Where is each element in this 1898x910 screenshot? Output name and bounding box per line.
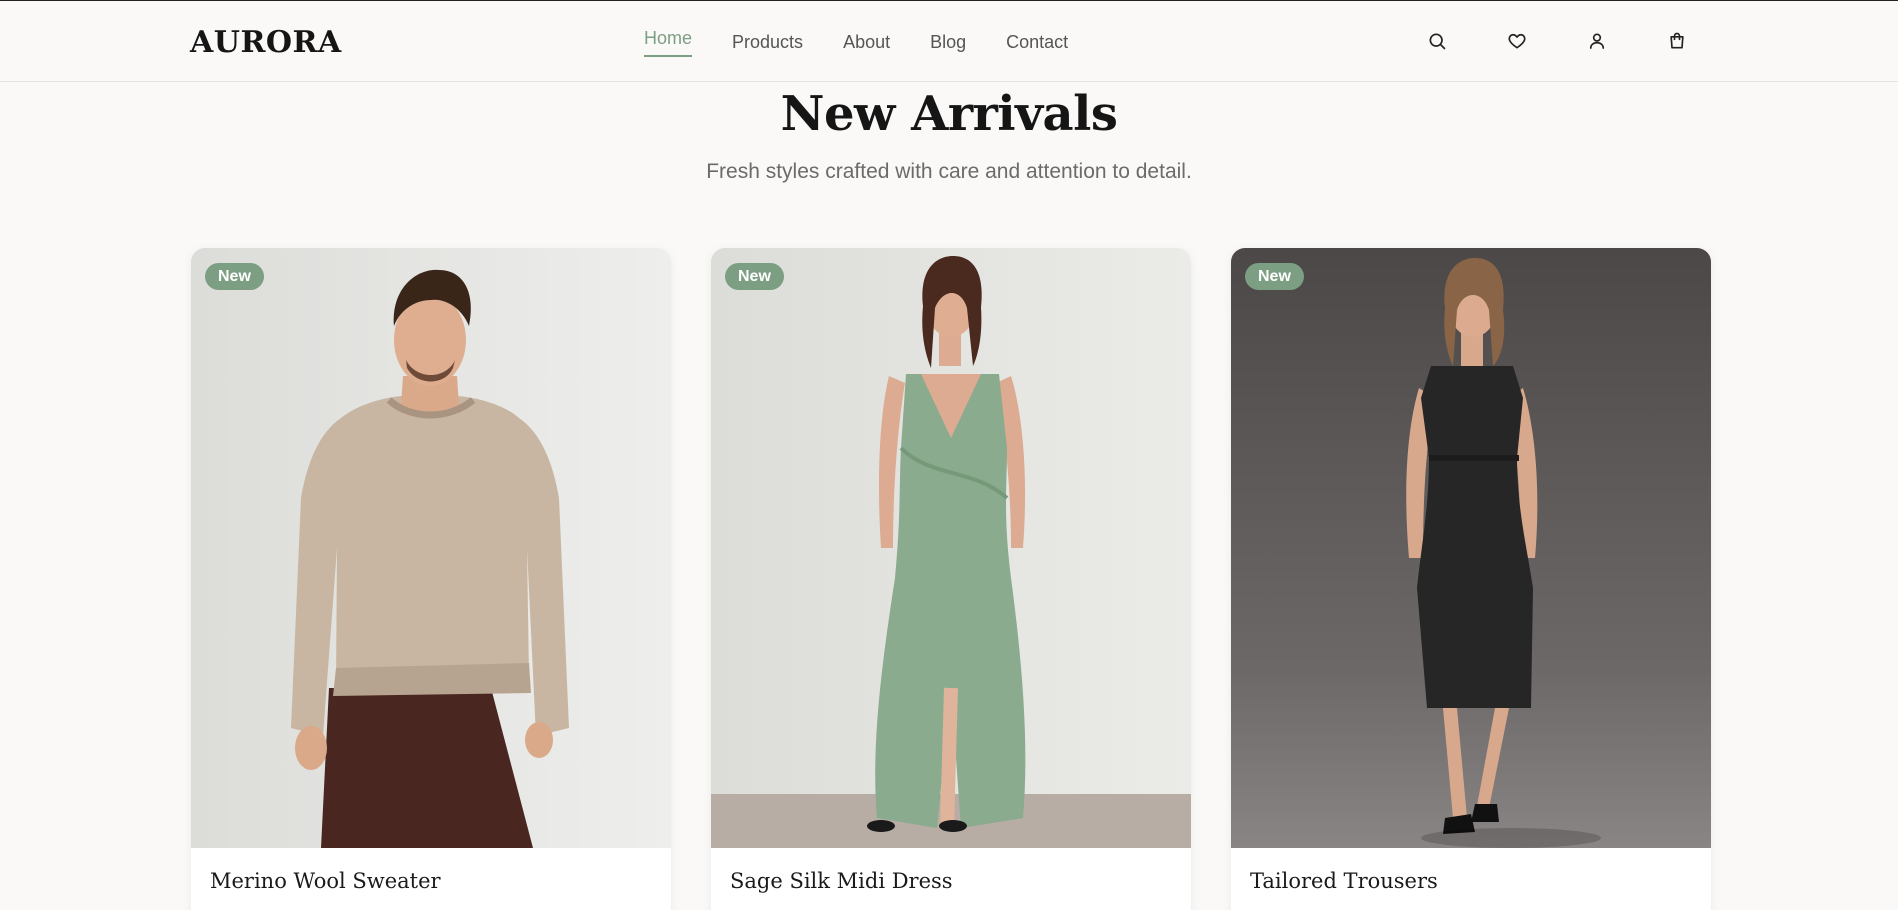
new-badge: New bbox=[1245, 263, 1304, 290]
page-subtitle: Fresh styles crafted with care and atten… bbox=[706, 160, 1192, 183]
product-name[interactable]: Merino Wool Sweater bbox=[210, 869, 441, 893]
nav-home[interactable]: Home bbox=[644, 27, 693, 57]
product-card[interactable]: New Sage Silk Midi Dress bbox=[711, 248, 1191, 910]
product-name[interactable]: Sage Silk Midi Dress bbox=[730, 869, 953, 893]
search-icon[interactable] bbox=[1425, 29, 1449, 53]
nav-contact[interactable]: Contact bbox=[1006, 27, 1068, 57]
heart-icon[interactable] bbox=[1505, 29, 1529, 53]
new-badge: New bbox=[725, 263, 784, 290]
brand-logo[interactable]: AURORA bbox=[190, 25, 342, 60]
header-actions bbox=[1425, 29, 1689, 53]
product-image[interactable] bbox=[711, 248, 1191, 848]
product-name[interactable]: Tailored Trousers bbox=[1250, 869, 1438, 893]
nav-products[interactable]: Products bbox=[732, 27, 803, 57]
nav-about[interactable]: About bbox=[843, 27, 890, 57]
page-title: New Arrivals bbox=[780, 86, 1118, 142]
product-image[interactable] bbox=[191, 248, 671, 848]
new-badge: New bbox=[205, 263, 264, 290]
product-card[interactable]: New Tailored Trousers bbox=[1231, 248, 1711, 910]
product-card[interactable]: New Merino Wool Sweater bbox=[191, 248, 671, 910]
nav-blog[interactable]: Blog bbox=[930, 27, 966, 57]
site-header: AURORA Home Products About Blog Contact bbox=[0, 1, 1898, 82]
main-nav: Home Products About Blog Contact bbox=[644, 27, 1068, 59]
product-image[interactable] bbox=[1231, 248, 1711, 848]
shopping-bag-icon[interactable] bbox=[1665, 29, 1689, 53]
user-icon[interactable] bbox=[1585, 29, 1609, 53]
